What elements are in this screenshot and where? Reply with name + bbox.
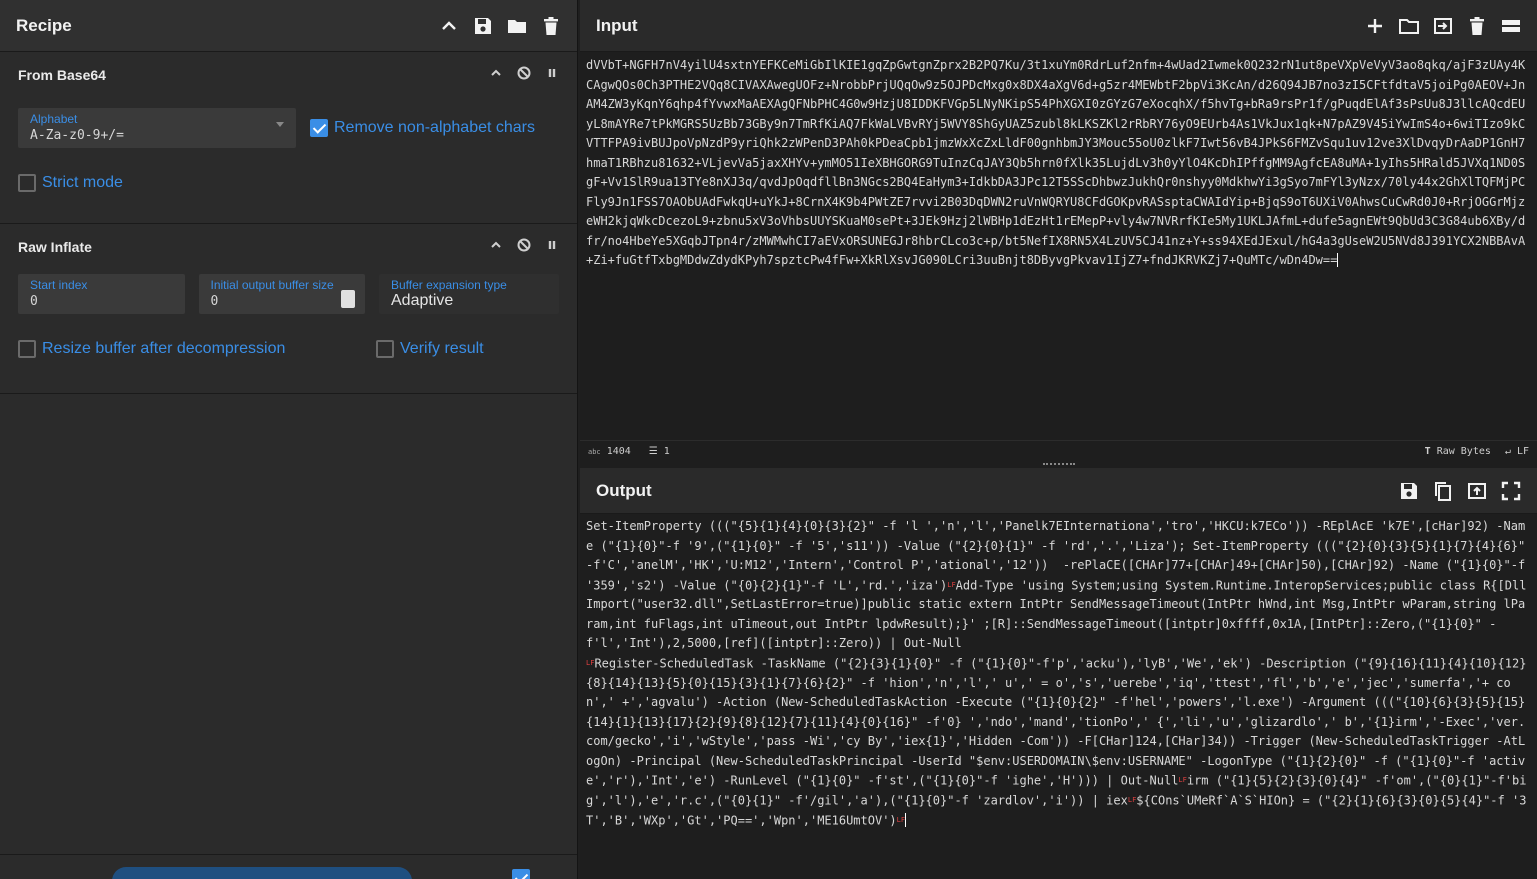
chevron-down-icon	[276, 122, 284, 127]
layout-icon[interactable]	[1501, 16, 1521, 36]
operation-from-base64: From Base64 Alphabet A-Za-z0-9+/= Remove…	[0, 52, 577, 224]
operation-title: Raw Inflate	[18, 239, 92, 255]
return-arrow-icon: ↵	[1504, 446, 1511, 457]
bake-bar	[0, 854, 577, 879]
load-recipe-icon[interactable]	[507, 16, 527, 36]
auto-bake-checkbox[interactable]	[512, 869, 530, 879]
operation-title: From Base64	[18, 67, 106, 83]
line-feed-marker: LF	[896, 815, 906, 824]
eol-selector[interactable]: ↵ LF	[1505, 446, 1529, 457]
clear-input-icon[interactable]	[1467, 16, 1487, 36]
chevron-up-icon[interactable]	[489, 66, 503, 85]
recipe-header: Recipe	[0, 0, 577, 52]
text-format-icon: T	[1424, 446, 1431, 457]
copy-icon[interactable]	[1433, 481, 1453, 501]
input-status-bar: abc 1404 ☰ 1 T Raw Bytes ↵ LF	[580, 440, 1537, 462]
input-textarea[interactable]: dVVbT+NGFH7nV4yilU4sxtnYEFKCeMiGbIlKIE1g…	[586, 56, 1532, 436]
output-textarea[interactable]: Set-ItemProperty ((("{5}{1}{4}{0}{3}{2}"…	[586, 517, 1532, 877]
lines-icon: ☰	[648, 446, 658, 457]
operation-raw-inflate: Raw Inflate Start index 0 Initial output…	[0, 224, 577, 394]
alphabet-select[interactable]: Alphabet A-Za-z0-9+/=	[18, 108, 296, 148]
line-feed-marker: LF	[1178, 776, 1187, 784]
add-icon[interactable]	[1365, 16, 1385, 36]
abc-icon: abc	[588, 448, 601, 456]
chevron-up-icon[interactable]	[489, 238, 503, 257]
raw-bytes-toggle[interactable]: T Raw Bytes	[1425, 446, 1491, 457]
buffer-expansion-select[interactable]: Buffer expansion type Adaptive	[379, 274, 559, 314]
number-stepper-icon[interactable]	[341, 290, 355, 308]
input-title: Input	[596, 15, 638, 35]
line-feed-marker: LF	[947, 580, 956, 589]
collapse-all-icon[interactable]	[439, 16, 459, 36]
char-count: abc 1404	[588, 446, 631, 457]
text-cursor	[905, 812, 907, 827]
open-folder-icon[interactable]	[1399, 16, 1419, 36]
output-title: Output	[596, 480, 652, 500]
checkbox-unchecked-icon	[18, 174, 36, 192]
save-output-icon[interactable]	[1399, 481, 1419, 501]
pause-icon[interactable]	[545, 66, 559, 85]
bake-button[interactable]	[112, 867, 412, 879]
initial-buffer-size-field[interactable]: Initial output buffer size 0	[198, 274, 365, 314]
disable-icon[interactable]	[517, 66, 531, 85]
disable-icon[interactable]	[517, 238, 531, 257]
output-line-3: Register-ScheduledTask -TaskName ("{2}{3…	[586, 656, 1527, 788]
pause-icon[interactable]	[545, 238, 559, 257]
resize-buffer-checkbox[interactable]: Resize buffer after decompression	[18, 340, 376, 358]
remove-non-alphabet-checkbox[interactable]: Remove non-alphabet chars	[310, 119, 535, 137]
maximise-icon[interactable]	[1501, 481, 1521, 501]
checkbox-unchecked-icon	[376, 340, 394, 358]
checkbox-checked-icon	[310, 119, 328, 137]
io-panel: Input dVVbT+NGFH7nV4yilU4sxtnYEFKCeMiGbI…	[580, 0, 1537, 879]
strict-mode-checkbox[interactable]: Strict mode	[18, 174, 123, 192]
start-index-field[interactable]: Start index 0	[18, 274, 185, 314]
clear-recipe-icon[interactable]	[541, 16, 561, 36]
alphabet-value: A-Za-z0-9+/=	[30, 128, 124, 143]
open-file-icon[interactable]	[1433, 16, 1453, 36]
output-header: Output	[580, 468, 1537, 514]
input-header: Input	[580, 0, 1537, 52]
verify-result-checkbox[interactable]: Verify result	[376, 340, 484, 358]
alphabet-label: Alphabet	[30, 112, 78, 126]
text-cursor	[1337, 253, 1339, 267]
recipe-title: Recipe	[16, 15, 72, 35]
save-recipe-icon[interactable]	[473, 16, 493, 36]
recipe-panel: Recipe From Base64 Alphabet A-Za-z0-9+/=	[0, 0, 578, 879]
checkbox-unchecked-icon	[18, 340, 36, 358]
replace-input-icon[interactable]	[1467, 481, 1487, 501]
line-count: ☰ 1	[648, 446, 670, 457]
